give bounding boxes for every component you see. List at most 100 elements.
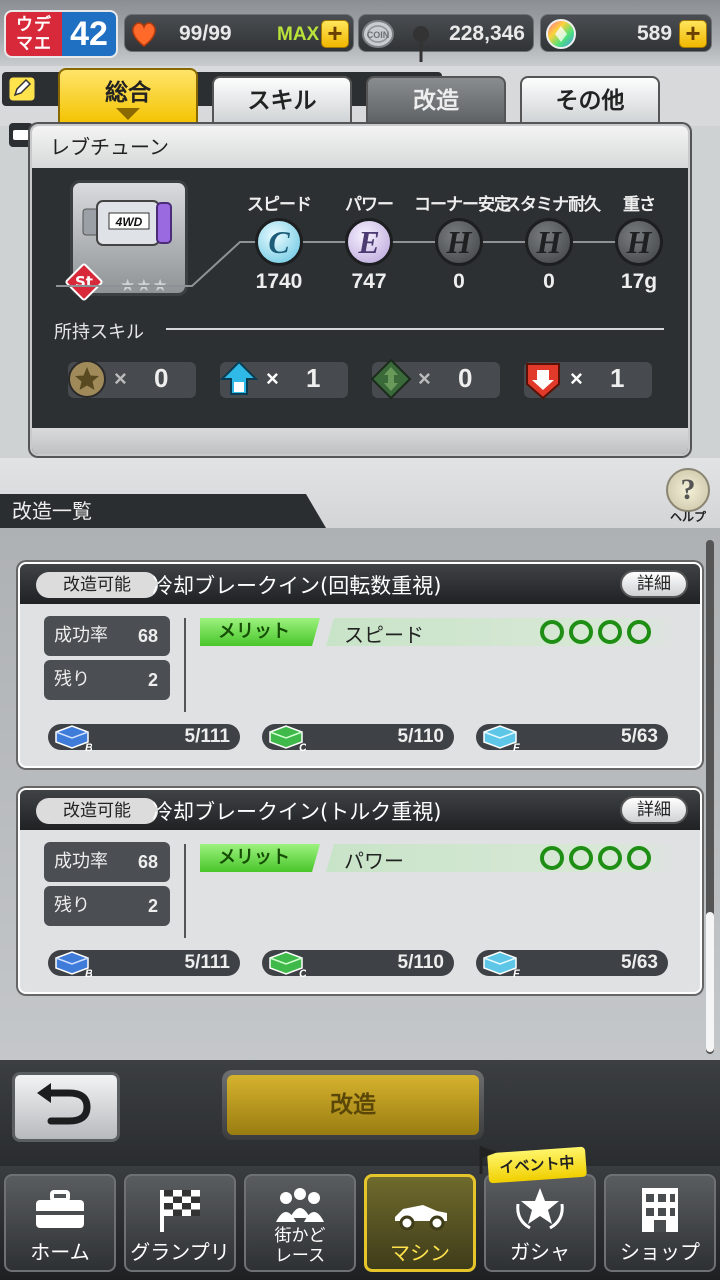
svg-text:B: B	[85, 742, 92, 752]
nav-label: グランプリ	[130, 1240, 230, 1264]
nav-gacha[interactable]: ガシャ	[484, 1174, 596, 1272]
merit-dot	[598, 620, 622, 644]
merit-tag: メリット	[200, 618, 320, 646]
merit-level	[540, 846, 651, 870]
stat-value: 747	[351, 270, 387, 293]
part-name: レブチューン	[32, 126, 688, 168]
skill-down[interactable]: × 1	[524, 362, 652, 400]
svg-text:F: F	[513, 968, 520, 978]
material-b-icon: B	[55, 725, 92, 752]
material-c-icon: C	[269, 725, 306, 752]
shop-building-icon	[642, 1188, 678, 1232]
material-c: C 5/110	[262, 950, 454, 978]
stat-weight: 重さ H 17g	[594, 190, 684, 294]
back-arrow-icon	[37, 1083, 91, 1125]
modify-button-label: 改造	[227, 1075, 479, 1135]
coin-pill[interactable]: COIN 228,346	[358, 14, 534, 52]
coin-icon: COIN	[362, 20, 394, 48]
gem-pill[interactable]: 589 +	[540, 14, 712, 52]
nav-label: マシン	[390, 1241, 450, 1265]
material-count: 5/111	[184, 726, 230, 747]
nav-label: ショップ	[620, 1240, 700, 1264]
merit-stat: スピード	[344, 623, 424, 647]
add-stamina-button[interactable]: +	[321, 20, 349, 48]
nav-label: 街かど レース	[274, 1226, 326, 1266]
svg-text:C: C	[299, 742, 306, 752]
merit-dot	[627, 846, 651, 870]
skill-star[interactable]: × 0	[68, 360, 196, 398]
material-count: 5/110	[397, 726, 445, 747]
nav-machine[interactable]: マシン	[364, 1174, 476, 1272]
svg-text:COIN: COIN	[367, 30, 390, 40]
skill-count: 1	[306, 363, 321, 393]
mod-title: 冷却ブレークイン(回転数重視)	[152, 574, 442, 598]
race-car-icon	[395, 1205, 447, 1231]
stat-value: 0	[543, 270, 555, 293]
stat-name: パワー	[345, 195, 394, 215]
help-button[interactable]: ?	[666, 468, 710, 512]
material-f-icon: F	[483, 725, 520, 752]
stat-power: パワー E 747	[324, 190, 414, 294]
modify-button[interactable]: 改造	[222, 1070, 484, 1140]
tab-other[interactable]: その他	[520, 76, 660, 126]
remaining-box: 残り 2	[44, 660, 170, 700]
merit-dot	[540, 620, 564, 644]
nav-grandprix[interactable]: グランプリ	[124, 1174, 236, 1272]
detail-button[interactable]: 詳細	[620, 570, 688, 598]
nav-label: ガシャ	[510, 1240, 570, 1264]
tab-modify[interactable]: 改造	[366, 76, 506, 126]
vertical-divider	[184, 618, 186, 712]
antenna-icon	[413, 26, 429, 62]
down-arrow-skill-icon	[526, 363, 560, 400]
rainbow-gem-icon	[546, 19, 576, 49]
material-f: F 5/63	[476, 724, 668, 752]
stat-name: スタミナ耐久	[504, 195, 601, 215]
success-value: 68	[137, 626, 158, 646]
stat-grade: H	[615, 218, 663, 266]
stat-value: 17g	[620, 270, 658, 293]
back-button[interactable]	[12, 1072, 120, 1142]
nav-label: ホーム	[30, 1240, 90, 1264]
stat-value: 1740	[255, 270, 303, 293]
mod-status-badge: 改造可能	[36, 572, 158, 598]
mod-title: 冷却ブレークイン(トルク重視)	[152, 800, 442, 824]
mod-item[interactable]: 改造可能 冷却ブレークイン(回転数重視) 詳細 成功率 68 残り 2 メリット…	[18, 562, 702, 768]
remaining-label: 残り	[54, 895, 90, 916]
pencil-icon[interactable]	[8, 76, 36, 102]
stat-speed: スピード C 1740	[234, 190, 324, 294]
up-arrow-skill-icon	[219, 360, 259, 395]
merit-level	[540, 620, 651, 644]
material-b-icon: B	[55, 951, 92, 978]
success-rate-box: 成功率 68	[44, 842, 170, 882]
skills-divider	[166, 328, 664, 330]
rank-badge[interactable]: ウデ マエ 42	[4, 10, 118, 58]
add-gem-button[interactable]: +	[679, 20, 707, 48]
nav-home[interactable]: ホーム	[4, 1174, 116, 1272]
diamond-arrow-skill-icon	[370, 358, 412, 400]
nav-street-race[interactable]: 街かど レース	[244, 1174, 356, 1272]
mod-list-title: 改造一覧	[0, 494, 326, 528]
remaining-value: 2	[147, 896, 158, 916]
checkered-flag-icon	[160, 1190, 200, 1232]
merit-tag: メリット	[200, 844, 320, 872]
merit-stat: パワー	[344, 849, 404, 873]
success-label: 成功率	[54, 625, 108, 646]
tab-skill[interactable]: スキル	[212, 76, 352, 126]
skill-up[interactable]: × 1	[219, 360, 348, 398]
merit-dot	[540, 846, 564, 870]
merit-dot	[627, 620, 651, 644]
stamina-pill[interactable]: 99/99 MAX +	[124, 14, 354, 52]
times-sign: ×	[418, 366, 431, 391]
gem-value: 589	[637, 22, 673, 45]
detail-button[interactable]: 詳細	[620, 796, 688, 824]
skill-diamond[interactable]: × 0	[370, 358, 500, 400]
material-count: 5/110	[397, 952, 445, 973]
skill-count: 1	[610, 363, 625, 393]
nav-shop[interactable]: ショップ	[604, 1174, 716, 1272]
scrollbar-thumb[interactable]	[706, 912, 714, 1052]
stat-name: スピード	[247, 195, 312, 215]
mod-item[interactable]: 改造可能 冷却ブレークイン(トルク重視) 詳細 成功率 68 残り 2 メリット…	[18, 788, 702, 994]
material-c-icon: C	[269, 951, 306, 978]
material-count: 5/111	[184, 952, 230, 973]
material-f: F 5/63	[476, 950, 668, 978]
